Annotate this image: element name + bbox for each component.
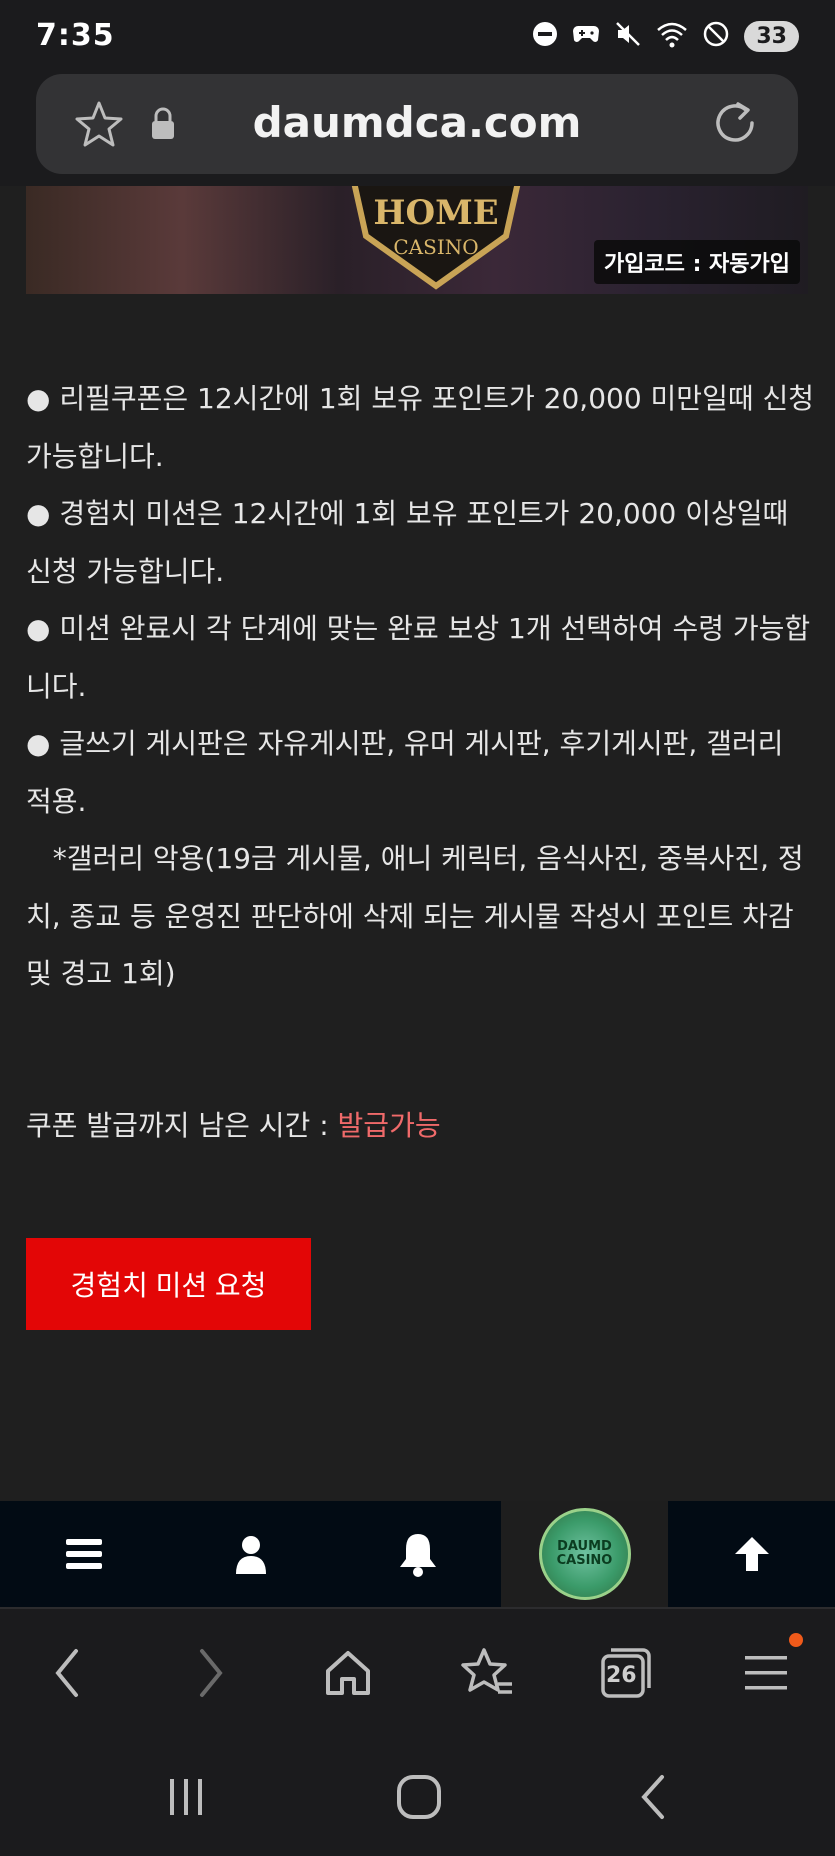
url-text[interactable]: daumdca.com [36, 98, 798, 147]
browser-nav-bar: 26 [0, 1607, 835, 1735]
tabs-icon[interactable]: 26 [596, 1643, 656, 1703]
rules-text: ● 리필쿠폰은 12시간에 1회 보유 포인트가 20,000 미만일때 신청 … [26, 370, 816, 1003]
menu-icon[interactable] [0, 1501, 167, 1607]
system-back-icon[interactable] [624, 1767, 684, 1827]
bell-icon[interactable] [334, 1501, 501, 1607]
blocked-icon [702, 20, 730, 52]
rule-item: ● 글쓰기 게시판은 자유게시판, 유머 게시판, 후기게시판, 갤러리 적용. [26, 727, 784, 818]
mute-icon [614, 20, 642, 52]
status-icons: 33 [532, 20, 799, 52]
rule-item: ● 리필쿠폰은 12시간에 1회 보유 포인트가 20,000 미만일때 신청 … [26, 382, 815, 473]
notification-dot [789, 1633, 803, 1647]
system-home-icon[interactable] [389, 1767, 449, 1827]
forward-icon[interactable] [180, 1643, 240, 1703]
coupon-timer: 쿠폰 발급까지 남은 시간 : 발급가능 [26, 1104, 441, 1144]
timer-value: 발급가능 [337, 1109, 441, 1142]
wifi-icon [656, 20, 688, 52]
back-icon[interactable] [38, 1643, 98, 1703]
home-icon[interactable] [318, 1643, 378, 1703]
home-casino-logo: HOME CASINO [351, 186, 521, 290]
gamepad-icon [572, 22, 600, 50]
scroll-top-arrow-icon[interactable] [668, 1501, 835, 1607]
dnd-icon [532, 21, 558, 51]
daumd-casino-logo[interactable]: DAUMD CASINO [501, 1501, 668, 1607]
rule-item: ● 경험치 미션은 12시간에 1회 보유 포인트가 20,000 이상일때 신… [26, 497, 789, 588]
user-icon[interactable] [167, 1501, 334, 1607]
site-bottom-nav: DAUMD CASINO [0, 1501, 835, 1607]
recent-apps-icon[interactable] [156, 1767, 216, 1827]
system-nav-bar [0, 1733, 835, 1856]
logo-text: DAUMD CASINO [556, 1539, 613, 1568]
timer-label: 쿠폰 발급까지 남은 시간 : [26, 1109, 338, 1142]
svg-text:HOME: HOME [373, 193, 498, 233]
status-bar: 7:35 33 [0, 0, 835, 74]
join-code-label: 가입코드 : 자동가입 [593, 240, 800, 284]
reload-icon[interactable] [708, 96, 762, 150]
rule-note: *갤러리 악용(19금 게시물, 애니 케릭터, 음식사진, 중복사진, 정치,… [26, 842, 804, 990]
status-time: 7:35 [36, 18, 115, 53]
browser-toolbar: daumdca.com [0, 74, 835, 186]
battery-indicator: 33 [744, 20, 799, 52]
tab-count: 26 [606, 1663, 637, 1688]
request-mission-button[interactable]: 경험치 미션 요청 [26, 1238, 311, 1330]
rule-item: ● 미션 완료시 각 단계에 맞는 완료 보상 1개 선택하여 수령 가능합니다… [26, 612, 811, 703]
bookmarks-icon[interactable] [458, 1643, 518, 1703]
svg-text:CASINO: CASINO [393, 235, 478, 259]
address-bar[interactable]: daumdca.com [36, 74, 798, 174]
casino-banner[interactable]: HOME CASINO 가입코드 : 자동가입 [26, 186, 808, 294]
browser-menu-icon[interactable] [736, 1643, 796, 1703]
